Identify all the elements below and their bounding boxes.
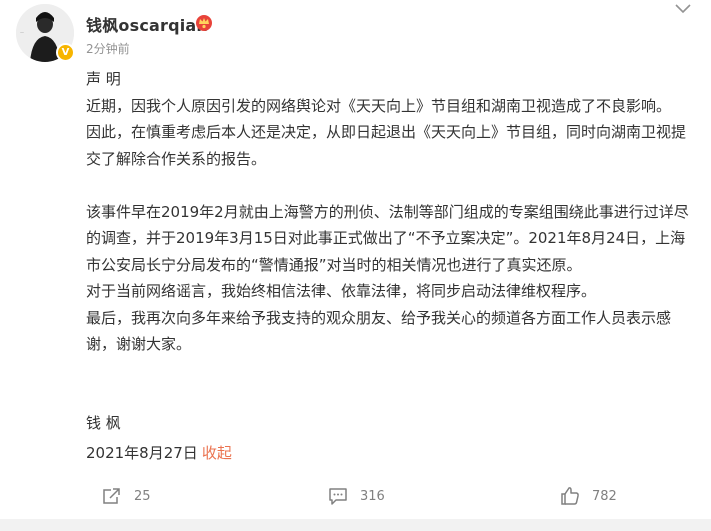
share-icon [103,488,120,504]
statement-heading: 声 明 [86,70,121,88]
like-button[interactable]: 782 [560,481,617,511]
paragraph: 最后，我再次向多年来给予我支持的观众朋友、给予我关心的频道各方面工作人员表示感谢… [86,308,672,354]
card-divider [0,519,711,531]
thumbs-up-icon [561,487,579,505]
verified-v-icon: V [56,43,75,62]
action-bar: 25 316 782 [0,481,711,511]
username-link[interactable]: 钱枫oscarqian [86,12,208,36]
comment-icon [329,487,347,505]
post-body: 声 明 近期，因我个人原因引发的网络舆论对《天天向上》节目组和湖南卫视造成了不良… [86,66,696,358]
paragraph: 该事件早在2019年2月就由上海警方的刑侦、法制等部门组成的专案组围绕此事进行过… [86,202,689,274]
collapse-link[interactable]: 收起 [202,444,232,462]
paragraph: 对于当前网络谣言，我始终相信法律、依靠法律，将同步启动法律维权程序。 [86,282,597,300]
svg-text:—: — [20,30,24,35]
paragraph: 因此，在慎重考虑后本人还是决定，从即日起退出《天天向上》节目组，同时向湖南卫视提… [86,123,687,168]
like-count: 782 [592,488,617,504]
weibo-post-card: — V 钱枫oscarqian 2分钟前 声 明 近期，因我个人原因引发的网络舆… [0,0,711,531]
repost-count: 25 [134,488,151,504]
post-time[interactable]: 2分钟前 [86,40,130,57]
signature: 钱 枫 [86,414,121,432]
paragraph: 近期，因我个人原因引发的网络舆论对《天天向上》节目组和湖南卫视造成了不良影响。 [86,96,672,115]
comment-count: 316 [360,488,385,504]
repost-button[interactable]: 25 [102,481,151,511]
chevron-down-icon[interactable] [674,2,692,16]
post-date: 2021年8月27日 [86,444,198,462]
comment-button[interactable]: 316 [328,481,385,511]
post-date-line: 2021年8月27日 收起 [86,442,232,463]
crown-icon [196,15,212,31]
